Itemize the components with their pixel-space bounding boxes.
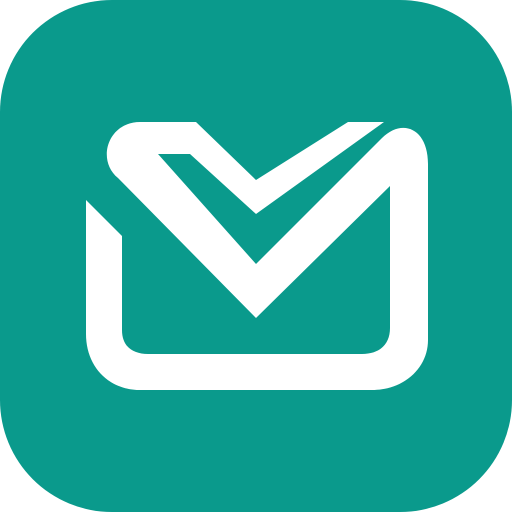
app-icon-background <box>0 0 512 512</box>
mail-app-icon[interactable] <box>0 0 512 512</box>
app-icon-graphic <box>0 0 512 512</box>
